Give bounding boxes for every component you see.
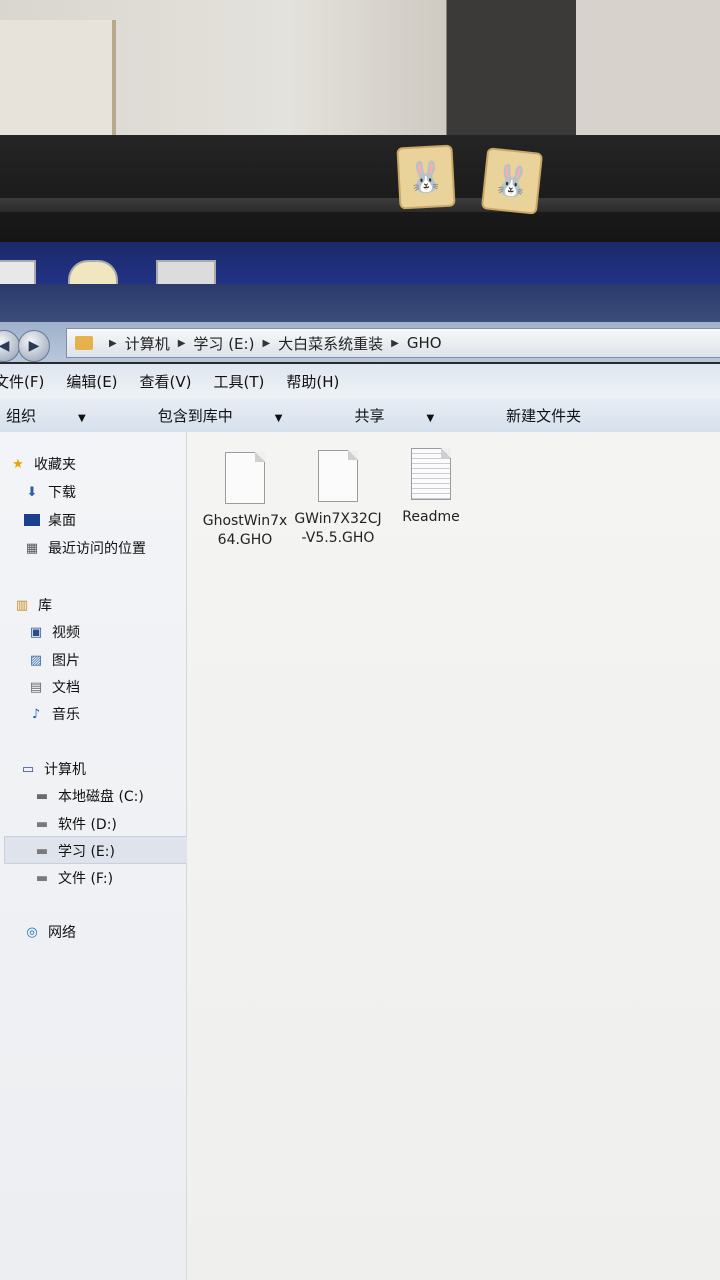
- sidebar-item-documents[interactable]: ▤ 文档: [28, 675, 80, 699]
- sidebar-item-drive-e[interactable]: ▬ 学习 (E:): [34, 839, 115, 863]
- sidebar-item-drive-f[interactable]: ▬ 文件 (F:): [34, 866, 113, 890]
- sidebar-favorites[interactable]: ★ 收藏夹: [10, 452, 76, 476]
- menu-help[interactable]: 帮助(H): [286, 371, 339, 392]
- sidebar-item-label: 库: [38, 598, 52, 614]
- new-folder-button[interactable]: 新建文件夹: [506, 405, 581, 426]
- text-file-icon: [411, 448, 451, 500]
- monitor-bezel: [0, 135, 720, 245]
- sidebar-item-label: 本地磁盘 (C:): [58, 789, 144, 805]
- sidebar-item-label: 网络: [48, 925, 76, 941]
- sidebar-item-label: 收藏夹: [34, 457, 76, 473]
- drive-icon: ▬: [35, 870, 49, 886]
- file-item[interactable]: Readme: [386, 448, 476, 527]
- address-bar[interactable]: ▶ 计算机 ▶ 学习 (E:) ▶ 大白菜系统重装 ▶ GHO: [66, 328, 720, 358]
- picture-icon: ▨: [29, 652, 43, 668]
- recent-places-icon: ▦: [25, 540, 39, 556]
- chevron-down-icon: ▼: [426, 412, 435, 424]
- sidebar-item-label: 桌面: [48, 513, 76, 529]
- file-item[interactable]: GhostWin7x64.GHO: [200, 452, 290, 550]
- breadcrumb-drive-e[interactable]: 学习 (E:): [193, 333, 254, 354]
- sidebar-item-videos[interactable]: ▣ 视频: [28, 620, 80, 644]
- breadcrumb-computer[interactable]: 计算机: [125, 333, 170, 354]
- desktop-icon: [24, 514, 40, 526]
- file-name: GhostWin7x64.GHO: [202, 513, 288, 548]
- sidebar-item-label: 图片: [52, 653, 80, 669]
- share-label: 共享: [354, 406, 385, 425]
- video-icon: ▣: [29, 624, 43, 640]
- sidebar-item-drive-c[interactable]: ▬ 本地磁盘 (C:): [34, 784, 144, 808]
- command-bar: 组织 ▼ 包含到库中 ▼ 共享 ▼ 新建文件夹: [0, 398, 720, 433]
- star-icon: ★: [12, 456, 24, 472]
- blank-file-icon: [225, 452, 265, 504]
- network-icon: ◎: [26, 924, 38, 940]
- document-icon: ▤: [29, 679, 43, 695]
- include-in-library-button[interactable]: 包含到库中 ▼: [158, 405, 319, 426]
- forward-button[interactable]: ▶: [18, 330, 50, 362]
- sidebar-computer[interactable]: ▭ 计算机: [20, 757, 86, 781]
- computer-icon: ▭: [21, 761, 35, 777]
- menu-view[interactable]: 查看(V): [140, 371, 192, 392]
- sidebar-item-label: 文件 (F:): [58, 871, 114, 887]
- folder-icon: [75, 336, 93, 350]
- sidebar-item-desktop[interactable]: 桌面: [24, 508, 76, 532]
- rabbit-sticker-icon: 🐰: [480, 147, 544, 215]
- rabbit-sticker-icon: 🐰: [396, 144, 456, 210]
- sidebar-item-music[interactable]: ♪ 音乐: [28, 702, 80, 726]
- wall-frame: [0, 20, 116, 140]
- sidebar-item-recent[interactable]: ▦ 最近访问的位置: [24, 536, 146, 560]
- sidebar-item-drive-d[interactable]: ▬ 软件 (D:): [34, 812, 117, 836]
- menu-bar: 文件(F) 编辑(E) 查看(V) 工具(T) 帮助(H): [0, 364, 720, 398]
- sidebar-libraries[interactable]: ▥ 库: [14, 593, 52, 617]
- monitor-bezel-edge: [0, 198, 720, 212]
- system-drive-icon: ▬: [35, 788, 49, 804]
- organize-button[interactable]: 组织 ▼: [6, 405, 122, 426]
- blank-file-icon: [318, 450, 358, 502]
- breadcrumb-separator-icon[interactable]: ▶: [262, 338, 270, 349]
- menu-edit[interactable]: 编辑(E): [66, 371, 117, 392]
- library-icon: ▥: [15, 597, 29, 613]
- menu-tools[interactable]: 工具(T): [214, 371, 265, 392]
- sidebar-item-label: 计算机: [44, 762, 86, 778]
- window-title-bar: [0, 284, 720, 324]
- share-button[interactable]: 共享 ▼: [354, 405, 470, 426]
- sidebar-item-label: 软件 (D:): [58, 817, 117, 833]
- file-name: Readme: [402, 509, 460, 525]
- breadcrumb-separator-icon[interactable]: ▶: [391, 338, 399, 349]
- chevron-down-icon: ▼: [274, 412, 283, 424]
- drive-icon: ▬: [35, 843, 49, 859]
- organize-label: 组织: [6, 406, 37, 425]
- sidebar-item-label: 学习 (E:): [58, 844, 115, 860]
- file-item[interactable]: GWin7X32CJ-V5.5.GHO: [293, 450, 383, 548]
- sidebar-network[interactable]: ◎ 网络: [24, 920, 76, 944]
- breadcrumb-separator-icon[interactable]: ▶: [178, 338, 186, 349]
- file-list-pane[interactable]: [187, 432, 720, 1280]
- download-folder-icon: ⬇: [26, 484, 38, 500]
- sidebar-item-label: 音乐: [52, 707, 80, 723]
- sidebar-item-label: 最近访问的位置: [48, 541, 146, 557]
- music-note-icon: ♪: [31, 706, 41, 722]
- menu-file[interactable]: 文件(F): [0, 371, 44, 392]
- breadcrumb-separator-icon[interactable]: ▶: [109, 338, 117, 349]
- breadcrumb-current[interactable]: GHO: [407, 334, 442, 352]
- sidebar-item-pictures[interactable]: ▨ 图片: [28, 648, 80, 672]
- drive-icon: ▬: [35, 816, 49, 832]
- sidebar-item-label: 下载: [48, 485, 76, 501]
- file-name: GWin7X32CJ-V5.5.GHO: [294, 511, 382, 546]
- include-in-library-label: 包含到库中: [157, 406, 233, 425]
- chevron-down-icon: ▼: [78, 412, 86, 424]
- sidebar-item-label: 文档: [52, 680, 80, 696]
- sidebar-item-downloads[interactable]: ⬇ 下载: [24, 480, 76, 504]
- sidebar-item-label: 视频: [52, 625, 80, 641]
- breadcrumb-folder[interactable]: 大白菜系统重装: [278, 333, 383, 354]
